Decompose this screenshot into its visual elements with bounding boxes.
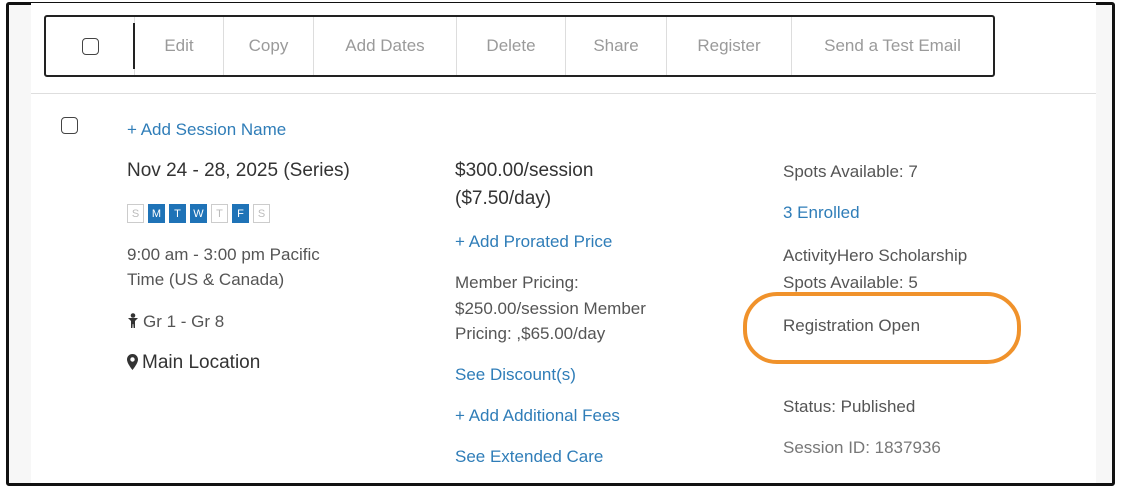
child-icon bbox=[128, 313, 138, 328]
grades-row: Gr 1 - Gr 8 bbox=[127, 312, 224, 332]
grades-text: Gr 1 - Gr 8 bbox=[143, 312, 225, 331]
session-time-line2: Time (US & Canada) bbox=[127, 270, 285, 289]
day-mon: M bbox=[148, 204, 165, 223]
day-tue: T bbox=[169, 204, 186, 223]
select-all-cell bbox=[46, 17, 135, 75]
location-text: Main Location bbox=[142, 352, 261, 373]
see-discounts-link[interactable]: See Discount(s) bbox=[455, 365, 576, 385]
member-pricing-line1: Member Pricing: bbox=[455, 273, 579, 292]
delete-button[interactable]: Delete bbox=[457, 17, 566, 75]
session-dates: Nov 24 - 28, 2025 (Series) bbox=[127, 160, 350, 181]
map-pin-icon bbox=[127, 354, 138, 370]
add-dates-button[interactable]: Add Dates bbox=[314, 17, 457, 75]
day-sat: S bbox=[253, 204, 270, 223]
location-row: Main Location bbox=[127, 352, 260, 374]
edit-button[interactable]: Edit bbox=[135, 17, 224, 75]
send-test-email-button[interactable]: Send a Test Email bbox=[792, 17, 993, 75]
enrolled-link[interactable]: 3 Enrolled bbox=[783, 203, 860, 223]
copy-button[interactable]: Copy bbox=[224, 17, 314, 75]
scholarship-line1: ActivityHero Scholarship bbox=[783, 246, 968, 265]
publish-status: Status: Published bbox=[783, 397, 916, 416]
day-fri: F bbox=[232, 204, 249, 223]
price-per-session: $300.00/session bbox=[455, 160, 594, 181]
bulk-action-toolbar: Edit Copy Add Dates Delete Share Registe… bbox=[44, 15, 995, 77]
day-thu: T bbox=[211, 204, 228, 223]
select-all-checkbox[interactable] bbox=[81, 37, 99, 55]
add-prorated-price-link[interactable]: + Add Prorated Price bbox=[455, 232, 612, 252]
session-time-line1: 9:00 am - 3:00 pm Pacific bbox=[127, 245, 320, 264]
registration-highlight-circle bbox=[743, 292, 1021, 364]
share-button[interactable]: Share bbox=[566, 17, 667, 75]
toolbar-divider bbox=[31, 93, 1096, 94]
day-sun: S bbox=[127, 204, 144, 223]
register-button[interactable]: Register bbox=[667, 17, 792, 75]
session-row-checkbox[interactable] bbox=[61, 117, 78, 134]
add-session-name-link[interactable]: + Add Session Name bbox=[127, 120, 286, 140]
member-pricing-line2: $250.00/session Member bbox=[455, 299, 646, 318]
session-id: Session ID: 1837936 bbox=[783, 438, 941, 457]
add-additional-fees-link[interactable]: + Add Additional Fees bbox=[455, 406, 620, 426]
member-pricing-line3: Pricing: ,$65.00/day bbox=[455, 324, 606, 343]
price-per-day: ($7.50/day) bbox=[455, 188, 552, 209]
day-wed: W bbox=[190, 204, 207, 223]
scholarship-line2: Spots Available: 5 bbox=[783, 273, 918, 292]
see-extended-care-link[interactable]: See Extended Care bbox=[455, 447, 603, 467]
weekday-indicators: S M T W T F S bbox=[127, 204, 270, 223]
spots-available: Spots Available: 7 bbox=[783, 162, 918, 181]
